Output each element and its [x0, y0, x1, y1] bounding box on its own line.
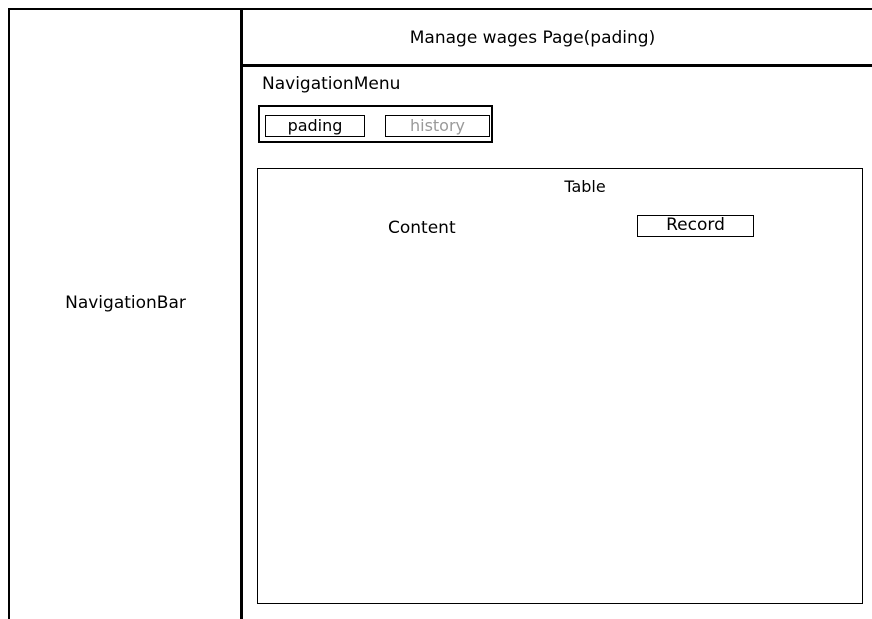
- tab-history[interactable]: history: [385, 115, 490, 137]
- navigation-menu-tabs: pading history: [258, 105, 493, 143]
- table-title: Table: [564, 177, 606, 196]
- navigation-bar-label: NavigationBar: [65, 292, 186, 313]
- record-button[interactable]: Record: [637, 215, 754, 237]
- navigation-menu-label: NavigationMenu: [262, 74, 401, 94]
- header-divider: [243, 64, 872, 67]
- table-content-label: Content: [388, 218, 456, 238]
- table-panel: Table Content Record: [257, 168, 863, 604]
- page-header: Manage wages Page(pading): [243, 10, 872, 65]
- sidebar-divider: [240, 8, 243, 619]
- navigation-bar: NavigationBar: [10, 10, 241, 619]
- tab-pading[interactable]: pading: [265, 115, 365, 137]
- page-title: Manage wages Page(pading): [409, 27, 656, 48]
